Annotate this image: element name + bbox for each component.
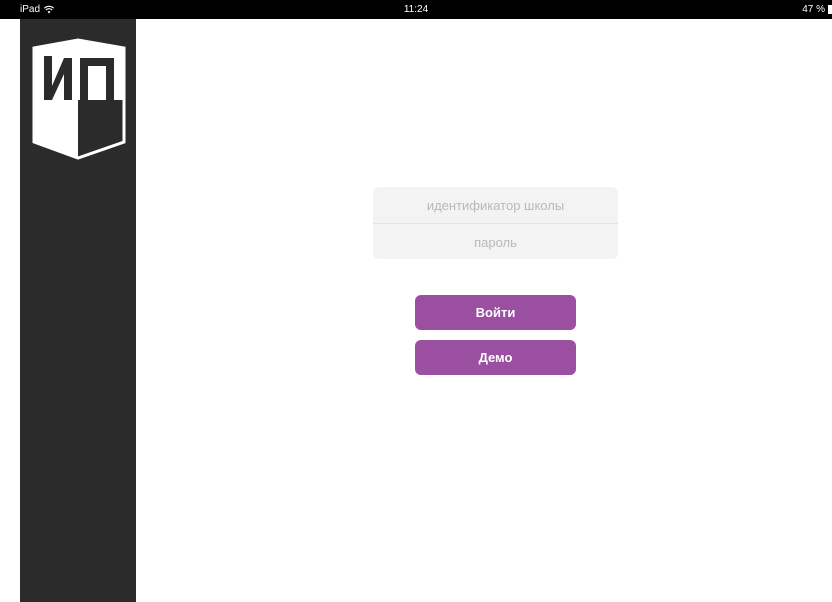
- login-form: [373, 186, 618, 261]
- battery-icon: [828, 5, 832, 14]
- password-field-wrapper: [373, 223, 618, 261]
- login-button[interactable]: Войти: [415, 295, 576, 330]
- app-logo: [32, 38, 126, 160]
- left-margin: [0, 19, 20, 602]
- battery-percent: 47 %: [802, 4, 825, 15]
- school-id-field-wrapper: [373, 186, 618, 224]
- sidebar: [20, 19, 136, 602]
- status-bar: iPad 11:24 47 %: [0, 0, 832, 19]
- password-input[interactable]: [373, 223, 618, 261]
- status-time: 11:24: [403, 4, 429, 15]
- status-bar-right: 47 %: [802, 4, 832, 15]
- demo-button[interactable]: Демо: [415, 340, 576, 375]
- school-id-input[interactable]: [373, 186, 618, 224]
